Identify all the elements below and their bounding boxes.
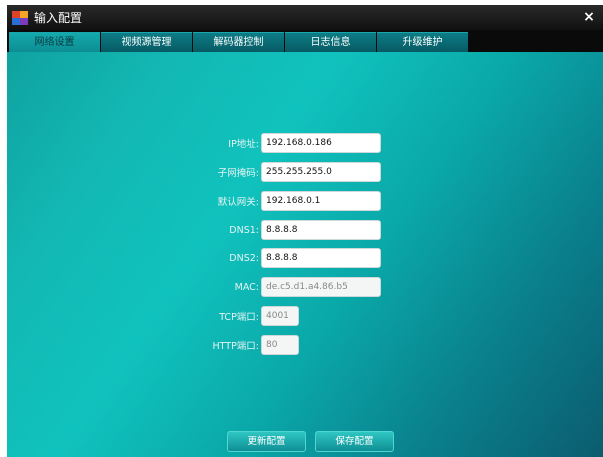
subnet-input[interactable]: 255.255.255.0 bbox=[261, 162, 381, 182]
mac-row: MAC: de.c5.d1.a4.86.b5 bbox=[61, 277, 381, 297]
tab-video-source[interactable]: 视频源管理 bbox=[101, 32, 192, 52]
gateway-label: 默认网关: bbox=[217, 197, 259, 208]
app-logo-icon bbox=[12, 10, 28, 25]
dns2-input[interactable]: 8.8.8.8 bbox=[261, 248, 381, 268]
mac-input: de.c5.d1.a4.86.b5 bbox=[261, 277, 381, 297]
http-port-row: HTTP端口: 80 bbox=[61, 335, 299, 355]
dns2-row: DNS2: 8.8.8.8 bbox=[61, 248, 381, 268]
dns2-label: DNS2: bbox=[229, 252, 259, 264]
subnet-row: 子网掩码: 255.255.255.0 bbox=[61, 162, 381, 182]
title-bar: 输入配置 × bbox=[7, 5, 603, 30]
http-port-input[interactable]: 80 bbox=[261, 335, 299, 355]
tab-upgrade[interactable]: 升级维护 bbox=[377, 32, 468, 52]
tcp-port-label: TCP端口: bbox=[219, 312, 259, 323]
tab-bar: 网络设置 视频源管理 解码器控制 日志信息 升级维护 bbox=[7, 30, 603, 52]
update-config-button[interactable]: 更新配置 bbox=[227, 431, 306, 452]
config-window: 输入配置 × 网络设置 视频源管理 解码器控制 日志信息 升级维护 IP地址: … bbox=[7, 5, 603, 457]
tab-network-settings[interactable]: 网络设置 bbox=[9, 32, 100, 52]
gateway-input[interactable]: 192.168.0.1 bbox=[261, 191, 381, 211]
window-title: 输入配置 bbox=[34, 11, 83, 25]
tab-decoder-control[interactable]: 解码器控制 bbox=[193, 32, 284, 52]
save-config-button[interactable]: 保存配置 bbox=[315, 431, 394, 452]
close-icon[interactable]: × bbox=[581, 9, 597, 25]
http-port-label: HTTP端口: bbox=[212, 341, 259, 352]
ip-label: IP地址: bbox=[228, 139, 259, 150]
dns1-input[interactable]: 8.8.8.8 bbox=[261, 220, 381, 240]
tab-bar-empty bbox=[469, 32, 603, 52]
tcp-port-row: TCP端口: 4001 bbox=[61, 306, 299, 326]
tcp-port-input[interactable]: 4001 bbox=[261, 306, 299, 326]
dns1-row: DNS1: 8.8.8.8 bbox=[61, 220, 381, 240]
dns1-label: DNS1: bbox=[229, 224, 259, 236]
tab-log-info[interactable]: 日志信息 bbox=[285, 32, 376, 52]
ip-input[interactable]: 192.168.0.186 bbox=[261, 133, 381, 153]
ip-row: IP地址: 192.168.0.186 bbox=[61, 133, 381, 153]
subnet-label: 子网掩码: bbox=[217, 168, 259, 179]
mac-label: MAC: bbox=[234, 281, 259, 293]
gateway-row: 默认网关: 192.168.0.1 bbox=[61, 191, 381, 211]
